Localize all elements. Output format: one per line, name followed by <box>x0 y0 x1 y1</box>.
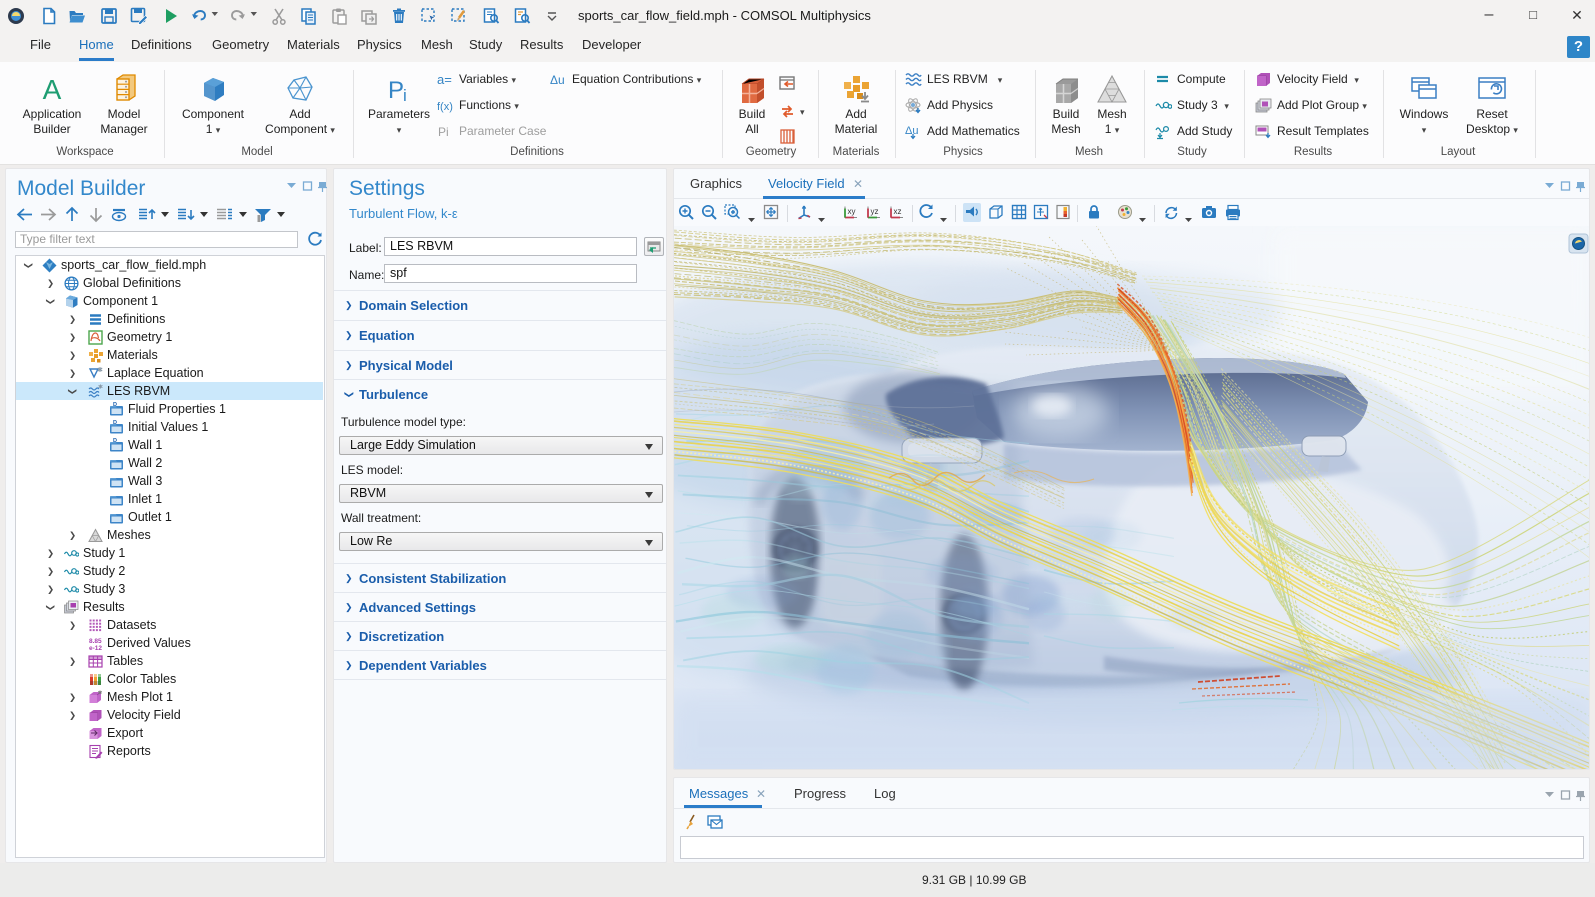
svg-text:Pі: Pі <box>438 125 449 139</box>
svg-text:yz: yz <box>871 207 879 216</box>
svg-text:Δu: Δu <box>905 125 918 137</box>
svg-text:A: A <box>43 74 62 104</box>
svg-text:xy: xy <box>848 207 856 216</box>
svg-text:D: D <box>113 438 117 444</box>
svg-text:D: D <box>113 420 117 426</box>
svg-text:P: P <box>388 77 404 104</box>
svg-text:f(x): f(x) <box>437 101 453 113</box>
svg-text:8.85: 8.85 <box>89 638 102 645</box>
svg-text:D: D <box>113 402 117 408</box>
svg-text:e-12: e-12 <box>89 645 102 651</box>
svg-text:i: i <box>403 86 407 104</box>
svg-text:xz: xz <box>894 207 902 216</box>
svg-text:Δu: Δu <box>550 73 565 87</box>
svg-text:a=: a= <box>437 72 452 87</box>
